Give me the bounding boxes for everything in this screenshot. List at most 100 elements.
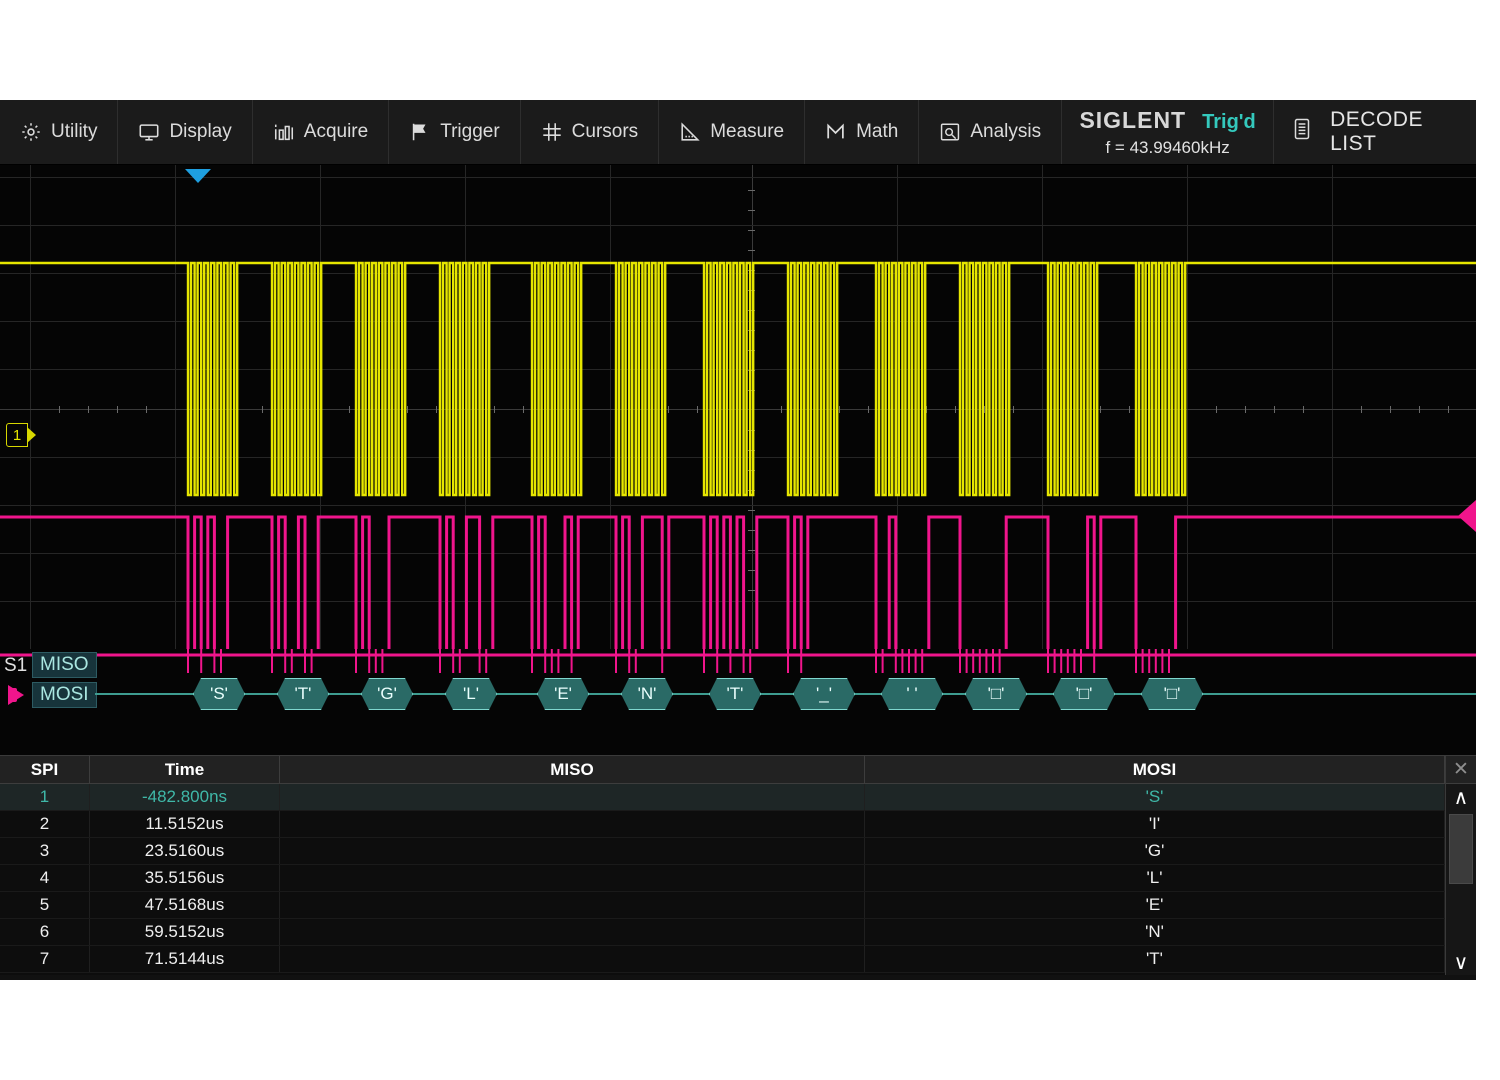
cell-mosi: 'I' — [865, 811, 1445, 837]
list-icon — [1292, 117, 1312, 147]
menu-item-label: Display — [169, 121, 231, 143]
decode-table-scrollbar[interactable]: ✕ ∧ ∨ — [1445, 756, 1476, 975]
decode-table-header: SPI Time MISO MOSI — [0, 756, 1476, 784]
decode-bubble[interactable]: 'L' — [445, 678, 497, 710]
menu-item-acquire[interactable]: Acquire — [253, 100, 389, 164]
mosi-marker-icon[interactable] — [8, 685, 24, 705]
menu-item-analysis[interactable]: Analysis — [919, 100, 1062, 164]
cell-mosi: 'L' — [865, 865, 1445, 891]
cell-time: 47.5168us — [90, 892, 280, 918]
column-header-miso: MISO — [280, 756, 865, 783]
cell-time: -482.800ns — [90, 784, 280, 810]
decode-bubble[interactable]: '_' — [793, 678, 855, 710]
decode-bubble[interactable]: 'N' — [621, 678, 673, 710]
cell-miso — [280, 892, 865, 918]
waveform-display[interactable]: 1 — [0, 165, 1476, 649]
display-icon — [138, 121, 160, 143]
menu-item-utility[interactable]: Utility — [0, 100, 118, 164]
decode-annotation-row: S1 MISO MOSI 'S' 'T' 'G' 'L' 'E' 'N' 'T' '_' ' '… — [0, 649, 1476, 755]
table-row[interactable]: 435.5156us 'L' — [0, 865, 1476, 892]
menu-item-label: Utility — [51, 121, 97, 143]
math-icon — [825, 121, 847, 143]
measure-icon — [679, 121, 701, 143]
menu-item-trigger[interactable]: Trigger — [389, 100, 520, 164]
menu-item-label: Math — [856, 121, 898, 143]
cell-mosi: 'E' — [865, 892, 1445, 918]
table-row[interactable]: 1-482.800ns 'S' — [0, 784, 1476, 811]
decode-list-label: DECODE LIST — [1330, 108, 1460, 156]
cell-index: 4 — [0, 865, 90, 891]
decode-bubble[interactable]: 'E' — [537, 678, 589, 710]
acquire-icon — [273, 121, 295, 143]
cell-index: 2 — [0, 811, 90, 837]
table-row[interactable]: 211.5152us 'I' — [0, 811, 1476, 838]
menu-item-math[interactable]: Math — [805, 100, 919, 164]
oscilloscope-screen: Utility Display Acquire — [0, 100, 1476, 980]
flag-icon — [409, 121, 431, 143]
menu-item-display[interactable]: Display — [118, 100, 252, 164]
menu-bar: Utility Display Acquire — [0, 100, 1476, 165]
decode-bubble[interactable]: '□' — [965, 678, 1027, 710]
cell-mosi: 'S' — [865, 784, 1445, 810]
decode-table[interactable]: SPI Time MISO MOSI 1-482.800ns'S'211.515… — [0, 755, 1476, 975]
menu-item-cursors[interactable]: Cursors — [521, 100, 660, 164]
cell-time: 59.5152us — [90, 919, 280, 945]
scrollbar-thumb[interactable] — [1449, 814, 1473, 884]
menu-item-label: Trigger — [440, 121, 499, 143]
cell-index: 7 — [0, 946, 90, 972]
cursors-icon — [541, 121, 563, 143]
table-row[interactable]: 323.5160us 'G' — [0, 838, 1476, 865]
cell-time: 23.5160us — [90, 838, 280, 864]
decode-bubble[interactable]: '□' — [1141, 678, 1203, 710]
ch2-data-trace — [0, 517, 1476, 649]
decode-bubble[interactable]: 'T' — [277, 678, 329, 710]
cell-time: 71.5144us — [90, 946, 280, 972]
menu-item-label: Measure — [710, 121, 784, 143]
column-header-spi: SPI — [0, 756, 90, 783]
cell-time: 35.5156us — [90, 865, 280, 891]
gear-icon — [20, 121, 42, 143]
cell-miso — [280, 865, 865, 891]
decode-table-body: 1-482.800ns 'S' 211.5152us 'I' 323.5160us 'G'… — [0, 784, 1476, 973]
cell-miso — [280, 919, 865, 945]
table-row[interactable]: 547.5168us 'E' — [0, 892, 1476, 919]
brand-status-block: SIGLENT Trig'd f = 43.99460kHz — [1062, 100, 1274, 164]
digital-group-label: S1 — [4, 655, 27, 677]
scroll-up-icon[interactable]: ∧ — [1446, 784, 1477, 810]
status-bar: C1 DC1M 114mV/div 1X -58.9mV C2 DC1M 116… — [0, 975, 1476, 980]
miso-label[interactable]: MISO — [32, 652, 97, 678]
decode-bubble[interactable]: ' ' — [881, 678, 943, 710]
menu-item-label: Analysis — [970, 121, 1041, 143]
waveform-traces — [0, 165, 1476, 649]
decode-bubble[interactable]: 'T' — [709, 678, 761, 710]
cell-mosi: 'G' — [865, 838, 1445, 864]
cell-index: 1 — [0, 784, 90, 810]
menu-item-label: Acquire — [304, 121, 368, 143]
scrollbar-track[interactable] — [1449, 810, 1473, 949]
column-header-time: Time — [90, 756, 280, 783]
cell-index: 3 — [0, 838, 90, 864]
decode-bubble[interactable]: '□' — [1053, 678, 1115, 710]
menu-item-label: Cursors — [572, 121, 639, 143]
analysis-icon — [939, 121, 961, 143]
cell-index: 5 — [0, 892, 90, 918]
column-header-mosi: MOSI — [865, 756, 1445, 783]
menu-item-measure[interactable]: Measure — [659, 100, 805, 164]
close-icon[interactable]: ✕ — [1446, 756, 1477, 784]
decode-list-button[interactable]: DECODE LIST — [1274, 100, 1476, 164]
decode-bubble[interactable]: 'S' — [193, 678, 245, 710]
table-row[interactable]: 771.5144us 'T' — [0, 946, 1476, 973]
cell-mosi: 'T' — [865, 946, 1445, 972]
ch1-clock-trace — [0, 263, 1476, 495]
cell-time: 11.5152us — [90, 811, 280, 837]
cell-miso — [280, 838, 865, 864]
cell-index: 6 — [0, 919, 90, 945]
scroll-down-icon[interactable]: ∨ — [1446, 949, 1477, 975]
cell-mosi: 'N' — [865, 919, 1445, 945]
mosi-label[interactable]: MOSI — [32, 682, 97, 708]
frequency-readout: f = 43.99460kHz — [1105, 138, 1229, 158]
table-row[interactable]: 659.5152us 'N' — [0, 919, 1476, 946]
cell-miso — [280, 784, 865, 810]
decode-bubble[interactable]: 'G' — [361, 678, 413, 710]
siglent-logo: SIGLENT — [1079, 107, 1186, 134]
